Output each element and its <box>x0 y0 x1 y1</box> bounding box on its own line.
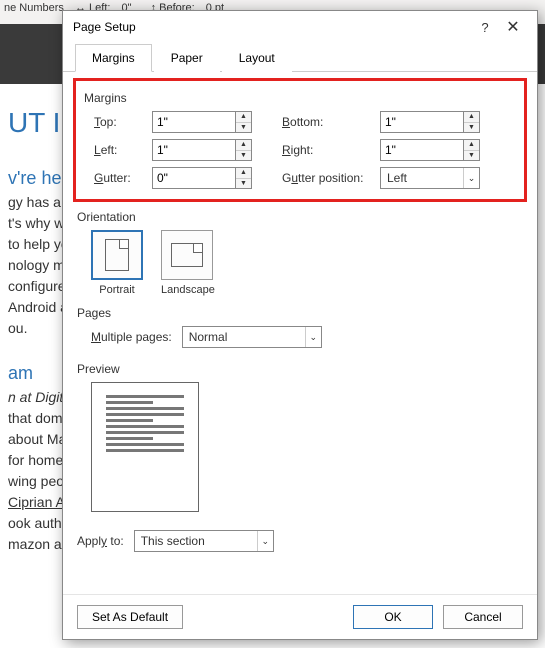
up-icon[interactable]: ▲ <box>236 140 251 151</box>
up-icon[interactable]: ▲ <box>464 112 479 123</box>
cancel-button[interactable]: Cancel <box>443 605 523 629</box>
chevron-down-icon[interactable]: ⌄ <box>257 531 273 551</box>
up-icon[interactable]: ▲ <box>236 168 251 179</box>
down-icon[interactable]: ▼ <box>236 151 251 161</box>
close-button[interactable]: ✕ <box>499 17 527 37</box>
gutter-input[interactable] <box>153 168 235 188</box>
chevron-down-icon[interactable]: ⌄ <box>305 327 321 347</box>
margins-title: Margins <box>84 91 516 105</box>
down-icon[interactable]: ▼ <box>464 151 479 161</box>
gutter-spinner[interactable]: ▲▼ <box>152 167 252 189</box>
page-setup-dialog: Page Setup ? ✕ Margins Paper Layout Marg… <box>62 10 538 640</box>
down-icon[interactable]: ▼ <box>464 123 479 133</box>
down-icon[interactable]: ▼ <box>236 123 251 133</box>
portrait-icon <box>105 239 129 271</box>
pages-title: Pages <box>77 306 523 320</box>
top-spinner[interactable]: ▲▼ <box>152 111 252 133</box>
landscape-icon <box>171 243 203 267</box>
ok-button[interactable]: OK <box>353 605 433 629</box>
orientation-landscape[interactable]: Landscape <box>161 230 215 296</box>
top-input[interactable] <box>153 112 235 132</box>
dialog-title: Page Setup <box>73 20 471 34</box>
left-spinner[interactable]: ▲▼ <box>152 139 252 161</box>
gutter-position-select[interactable]: Left⌄ <box>380 167 480 189</box>
multiple-pages-label: Multiple pages: <box>91 330 172 344</box>
margins-highlight: Margins Top: ▲▼ Bottom: ▲▼ Left: ▲▼ Righ… <box>73 78 527 202</box>
left-input[interactable] <box>153 140 235 160</box>
bottom-input[interactable] <box>381 112 463 132</box>
gutter-label: Gutter: <box>94 171 152 185</box>
tab-layout[interactable]: Layout <box>222 44 292 72</box>
preview-image <box>91 382 199 512</box>
set-default-button[interactable]: Set As Default <box>77 605 183 629</box>
bottom-label: Bottom: <box>282 115 380 129</box>
right-spinner[interactable]: ▲▼ <box>380 139 480 161</box>
right-label: Right: <box>282 143 380 157</box>
top-label: Top: <box>94 115 152 129</box>
apply-to-select[interactable]: This section⌄ <box>134 530 274 552</box>
up-icon[interactable]: ▲ <box>236 112 251 123</box>
dialog-footer: Set As Default OK Cancel <box>63 594 537 639</box>
right-input[interactable] <box>381 140 463 160</box>
help-button[interactable]: ? <box>471 20 499 35</box>
tab-row: Margins Paper Layout <box>63 43 537 72</box>
tab-margins[interactable]: Margins <box>75 44 152 72</box>
up-icon[interactable]: ▲ <box>464 140 479 151</box>
bottom-spinner[interactable]: ▲▼ <box>380 111 480 133</box>
left-label: Left: <box>94 143 152 157</box>
titlebar: Page Setup ? ✕ <box>63 11 537 43</box>
orientation-portrait[interactable]: Portrait <box>91 230 143 296</box>
gutter-position-label: Gutter position: <box>282 171 380 185</box>
tab-paper[interactable]: Paper <box>154 44 220 72</box>
multiple-pages-select[interactable]: Normal⌄ <box>182 326 322 348</box>
apply-to-label: Apply to: <box>77 534 124 548</box>
chevron-down-icon[interactable]: ⌄ <box>463 168 479 188</box>
preview-title: Preview <box>77 362 523 376</box>
orientation-title: Orientation <box>77 210 523 224</box>
down-icon[interactable]: ▼ <box>236 179 251 189</box>
